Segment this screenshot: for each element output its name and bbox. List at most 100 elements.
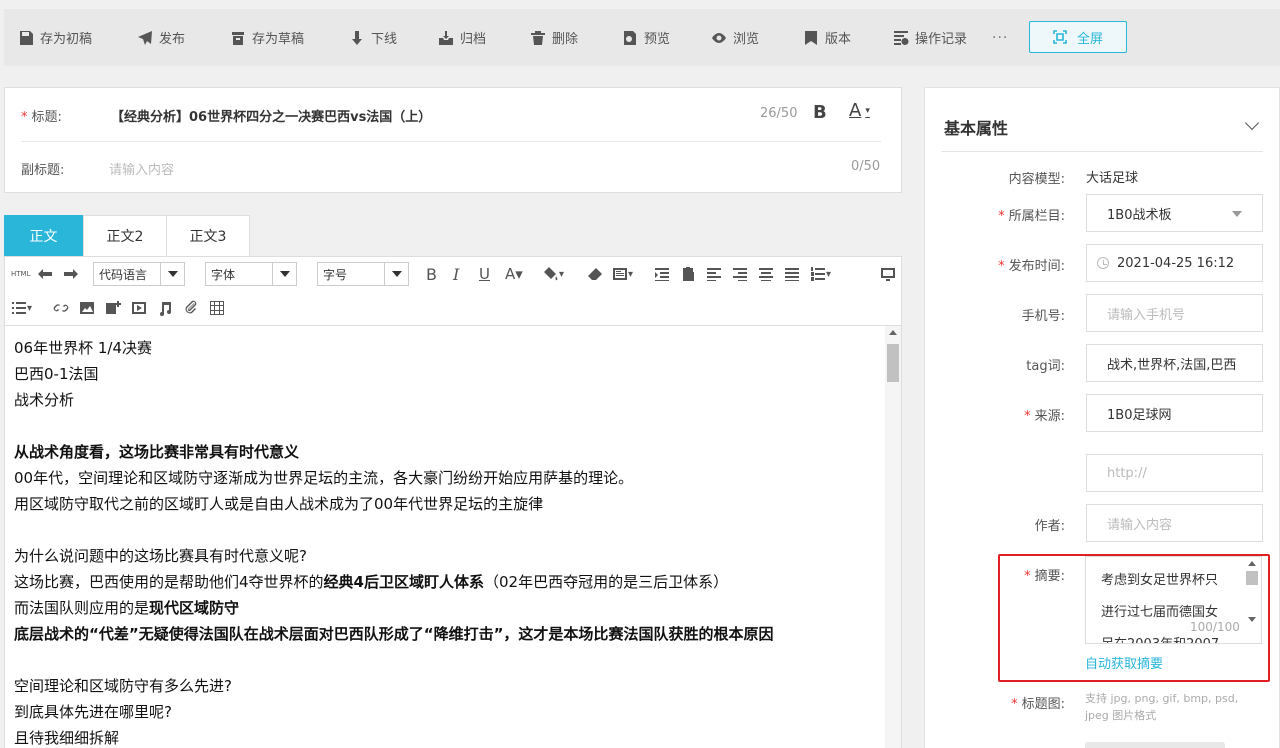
font-color-icon: A	[849, 100, 862, 121]
title-input[interactable]: 【经典分析】06世界杯四分之一决赛巴西vs法国（上）	[111, 106, 431, 125]
fullscreen-button[interactable]: 全屏	[1029, 21, 1127, 53]
scroll-up-arrow[interactable]	[889, 330, 897, 335]
more-actions-button[interactable]: ···	[992, 9, 1008, 66]
unordered-list-button[interactable]: ▾	[11, 296, 32, 320]
attachment-button[interactable]	[183, 296, 199, 320]
editor-text: 且待我细细拆解	[14, 729, 120, 747]
background-color-button[interactable]: ▾	[543, 262, 564, 286]
title-image-label: * 标题图:	[1011, 697, 1065, 712]
table-icon	[210, 301, 224, 315]
align-left-button[interactable]	[706, 262, 722, 286]
music-button[interactable]	[157, 296, 173, 320]
editor-paragraph: 从战术角度看，这场比赛非常具有时代意义	[14, 439, 876, 465]
save-draft-button[interactable]: 存为草稿	[230, 9, 304, 66]
video-button[interactable]	[131, 296, 147, 320]
editor-paragraph	[14, 413, 876, 439]
multi-image-button[interactable]	[105, 296, 121, 320]
rich-text-editor: HTML 代码语言 字体 字号 B I U A▾ ▾ ▾ ▾ ▾ 06年世界杯 …	[4, 256, 902, 748]
editor-paragraph: 而法国队则应用的是现代区域防守	[14, 595, 876, 621]
chevron-down-icon: ▾	[826, 268, 832, 280]
editor-paragraph: 空间理论和区域防守有多么先进?	[14, 673, 876, 699]
paste-button[interactable]	[680, 262, 696, 286]
editor-paragraph	[14, 517, 876, 543]
undo-button[interactable]	[37, 262, 53, 286]
editor-text: 这场比赛，巴西使用的是帮助他们4夺世界杯的	[14, 573, 324, 591]
eye-icon	[712, 32, 726, 43]
editor-paragraph: 战术分析	[14, 387, 876, 413]
version-button[interactable]: 版本	[803, 9, 851, 66]
editor-paragraph: 06年世界杯 1/4决赛	[14, 335, 876, 361]
abstract-scrollbar[interactable]	[1244, 557, 1260, 631]
divider	[941, 151, 1263, 152]
underline-button[interactable]: U	[479, 262, 490, 286]
auto-abstract-link[interactable]: 自动获取摘要	[1085, 653, 1163, 672]
delete-button[interactable]: 删除	[530, 9, 578, 66]
chevron-down-icon	[384, 263, 408, 285]
subtitle-char-count: 0/50	[851, 159, 881, 174]
editor-text: 经典4后卫区域盯人体系	[323, 573, 484, 591]
italic-button[interactable]: I	[453, 262, 459, 286]
font-color-button[interactable]: A▾	[505, 262, 523, 286]
code-language-select[interactable]: 代码语言	[93, 262, 185, 286]
scrollbar-thumb[interactable]	[1246, 571, 1258, 585]
paint-bucket-icon	[544, 267, 558, 281]
scroll-down-arrow[interactable]	[1248, 617, 1256, 622]
title-color-button[interactable]: A ▾	[849, 100, 870, 121]
editor-scrollbar[interactable]	[885, 325, 901, 748]
redo-button[interactable]	[63, 262, 79, 286]
tag-label: tag词:	[1026, 359, 1065, 374]
source-url-input[interactable]: http://	[1086, 454, 1263, 492]
paragraph-format-button[interactable]: ▾	[612, 262, 633, 286]
ordered-list-icon	[811, 267, 825, 281]
editor-content-area[interactable]: 06年世界杯 1/4决赛 巴西0-1法国 战术分析从战术角度看，这场比赛非常具有时代…	[5, 325, 885, 748]
column-select[interactable]: 1B0战术板	[1086, 194, 1263, 232]
chevron-down-icon	[272, 263, 296, 285]
browse-button[interactable]: 浏览	[711, 9, 759, 66]
image-icon	[80, 302, 94, 314]
column-label: * 所属栏目:	[998, 209, 1065, 224]
operation-log-button[interactable]: 操作记录	[893, 9, 967, 66]
html-source-button[interactable]: HTML	[11, 262, 30, 286]
eraser-icon	[588, 268, 602, 280]
align-right-button[interactable]	[732, 262, 748, 286]
preview-button[interactable]: 预览	[622, 9, 670, 66]
publish-time-picker[interactable]: 2021-04-25 16:12	[1086, 244, 1263, 282]
eraser-button[interactable]	[587, 262, 603, 286]
source-input[interactable]: 1B0足球网	[1086, 394, 1263, 432]
chevron-down-icon: ▾	[27, 302, 33, 314]
collapse-chevron-icon[interactable]	[1244, 115, 1260, 131]
content-model-value: 大话足球	[1086, 171, 1139, 186]
paragraph-icon	[613, 268, 627, 280]
tab-body-1[interactable]: 正文	[4, 215, 83, 256]
archive-button[interactable]: 归档	[438, 9, 486, 66]
tab-body-3[interactable]: 正文3	[166, 215, 250, 256]
font-size-select[interactable]: 字号	[317, 262, 409, 286]
author-input[interactable]: 请输入内容	[1086, 504, 1263, 542]
scrollbar-thumb[interactable]	[887, 344, 899, 382]
bold-toggle-button[interactable]: B	[813, 102, 827, 123]
preview-screen-button[interactable]	[880, 262, 896, 286]
source-label: * 来源:	[1024, 409, 1065, 424]
upload-button-edge[interactable]	[1085, 742, 1225, 748]
align-justify-button[interactable]	[784, 262, 800, 286]
tag-input[interactable]: 战术,世界杯,法国,巴西	[1086, 344, 1263, 382]
offline-button[interactable]: 下线	[349, 9, 397, 66]
font-family-select[interactable]: 字体	[205, 262, 297, 286]
editor-paragraph: 巴西0-1法国	[14, 361, 876, 387]
align-center-button[interactable]	[758, 262, 774, 286]
phone-input[interactable]: 请输入手机号	[1086, 294, 1263, 332]
link-button[interactable]	[53, 296, 69, 320]
image-button[interactable]	[79, 296, 95, 320]
tab-body-2[interactable]: 正文2	[83, 215, 167, 256]
subtitle-input[interactable]: 请输入内容	[109, 159, 174, 178]
publish-button[interactable]: 发布	[137, 9, 185, 66]
table-button[interactable]	[209, 296, 225, 320]
abstract-char-count: 100/100	[1190, 620, 1240, 634]
bold-button[interactable]: B	[426, 262, 437, 286]
indent-button[interactable]	[654, 262, 670, 286]
save-initial-button[interactable]: 存为初稿	[18, 9, 92, 66]
editor-paragraph: 底层战术的“代差”无疑使得法国队在战术层面对巴西队形成了“降维打击”，这才是本场…	[14, 621, 876, 647]
scroll-up-arrow[interactable]	[1248, 561, 1256, 566]
editor-text: 现代区域防守	[149, 599, 240, 617]
ordered-list-button[interactable]: ▾	[810, 262, 831, 286]
